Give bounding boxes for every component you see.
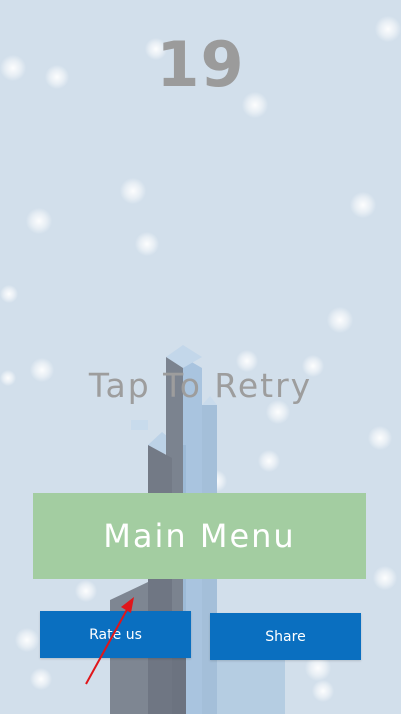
game-screen[interactable]: 19 Tap To Retry Main Menu Rate us Share [0,0,401,714]
rate-us-button[interactable]: Rate us [40,611,191,658]
share-button[interactable]: Share [210,613,361,660]
score-display: 19 [156,28,245,101]
main-menu-button[interactable]: Main Menu [33,493,366,579]
tower-illustration [110,345,285,714]
tap-to-retry-label[interactable]: Tap To Retry [0,366,401,405]
